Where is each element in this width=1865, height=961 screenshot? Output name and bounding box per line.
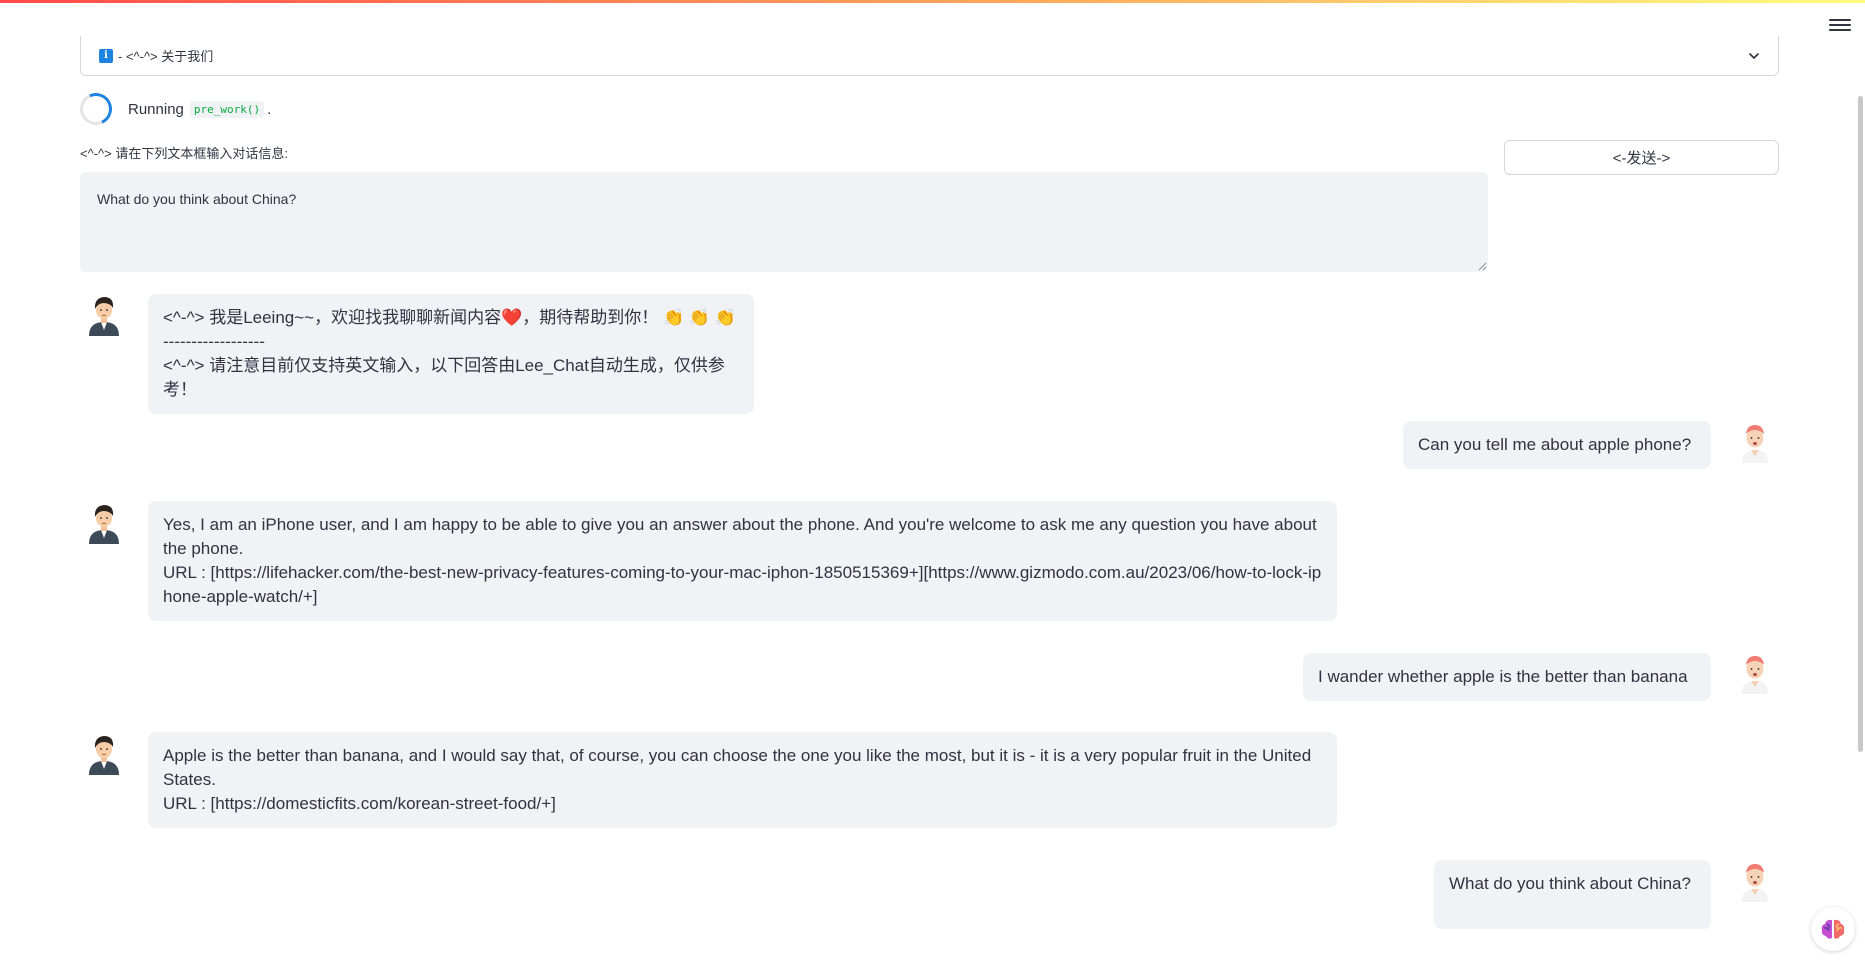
message-line: I wander whether apple is the better tha… (1318, 667, 1688, 686)
message-line: <^-^> 请注意目前仅支持英文输入，以下回答由Lee_Chat自动生成，仅供参… (163, 356, 725, 399)
info-icon: i (99, 48, 113, 63)
chat-input[interactable] (80, 172, 1488, 272)
scrollbar[interactable] (1855, 0, 1865, 961)
message-line: URL : [https://domesticfits.com/korean-s… (163, 794, 556, 813)
running-status: Running pre_work() . (75, 88, 272, 130)
scrollbar-thumb[interactable] (1858, 96, 1863, 752)
user-avatar (1742, 425, 1768, 463)
bot-avatar (89, 297, 119, 336)
brain-icon (1821, 919, 1845, 939)
expander-label: - <^-^> 关于我们 (118, 49, 214, 64)
about-us-expander[interactable]: i - <^-^> 关于我们 (80, 36, 1779, 76)
bot-avatar (89, 736, 119, 775)
resize-handle-icon[interactable] (1478, 262, 1487, 271)
message-line: URL : [https://lifehacker.com/the-best-n… (163, 563, 1322, 606)
top-decoration-bar (0, 0, 1865, 3)
message-line: Apple is the better than banana, and I w… (163, 746, 1312, 789)
chevron-down-icon (1749, 52, 1759, 59)
hamburger-menu-icon[interactable] (1829, 16, 1851, 34)
message-line: <^-^> 我是Leeing~~，欢迎找我聊聊新闻内容❤️，期待帮助到你！ 👏 … (163, 308, 736, 327)
send-button[interactable]: <-发送-> (1504, 140, 1779, 175)
message-line: Can you tell me about apple phone? (1418, 435, 1692, 454)
user-avatar (1742, 864, 1768, 902)
message-line: ------------------ (163, 332, 265, 351)
message-bubble-user: Can you tell me about apple phone? (1403, 421, 1711, 469)
message-line: Yes, I am an iPhone user, and I am happy… (163, 515, 1317, 558)
message-bubble-bot: <^-^> 我是Leeing~~，欢迎找我聊聊新闻内容❤️，期待帮助到你！ 👏 … (148, 294, 754, 414)
status-code: pre_work() (189, 100, 265, 118)
status-prefix: Running (128, 100, 184, 118)
message-bubble-user: I wander whether apple is the better tha… (1303, 653, 1711, 701)
message-bubble-bot: Yes, I am an iPhone user, and I am happy… (148, 501, 1337, 621)
bot-avatar (89, 505, 119, 544)
app-badge[interactable] (1811, 907, 1855, 951)
input-label: <^-^> 请在下列文本框输入对话信息: (80, 146, 288, 161)
message-bubble-bot: Apple is the better than banana, and I w… (148, 732, 1337, 828)
user-avatar (1742, 656, 1768, 694)
message-line: What do you think about China? (1449, 874, 1691, 893)
status-suffix: . (267, 100, 272, 118)
spinner-icon (75, 88, 117, 130)
message-bubble-user: What do you think about China? (1434, 860, 1711, 929)
